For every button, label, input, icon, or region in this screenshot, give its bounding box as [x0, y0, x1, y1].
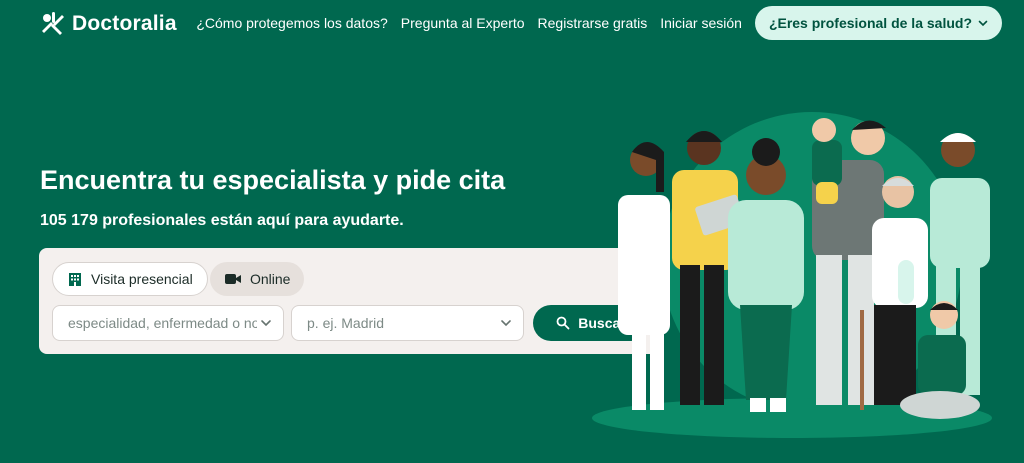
nav-links: ¿Cómo protegemos los datos? Pregunta al … [196, 6, 1002, 40]
illustration-doctor-woman [618, 142, 670, 410]
top-nav: Doctoralia ¿Cómo protegemos los datos? P… [0, 0, 1024, 50]
video-camera-icon [225, 274, 241, 284]
tab-in-person-visit[interactable]: Visita presencial [52, 262, 208, 296]
logo[interactable]: Doctoralia [40, 11, 177, 37]
building-icon [69, 273, 81, 286]
page-title: Encuentra tu especialista y pide cita [40, 165, 506, 195]
tab-in-person-label: Visita presencial [91, 271, 193, 287]
health-professional-button[interactable]: ¿Eres profesional de la salud? [754, 6, 1002, 40]
nav-link-ask-expert[interactable]: Pregunta al Experto [401, 15, 525, 31]
location-field[interactable] [291, 305, 524, 341]
hero-subtitle: 105 179 profesionales están aquí para ay… [40, 212, 404, 229]
location-input[interactable] [305, 314, 499, 332]
search-card: Visita presencial Online Buscar [39, 248, 662, 354]
nav-link-register[interactable]: Registrarse gratis [538, 15, 648, 31]
tab-online-label: Online [250, 271, 291, 287]
specialty-input[interactable] [66, 314, 259, 332]
healthcare-professionals-illustration [592, 112, 992, 438]
health-professional-label: ¿Eres profesional de la salud? [768, 15, 972, 31]
doctoralia-logo-icon [42, 12, 64, 35]
search-icon [556, 316, 570, 330]
nav-link-login[interactable]: Iniciar sesión [660, 15, 742, 31]
logo-text: Doctoralia [72, 12, 177, 35]
chevron-down-icon[interactable] [499, 316, 513, 330]
nav-link-data-protection[interactable]: ¿Cómo protegemos los datos? [196, 15, 387, 31]
tab-online[interactable]: Online [210, 262, 305, 296]
chevron-down-icon [978, 20, 988, 27]
chevron-down-icon[interactable] [259, 316, 273, 330]
specialty-field[interactable] [52, 305, 284, 341]
